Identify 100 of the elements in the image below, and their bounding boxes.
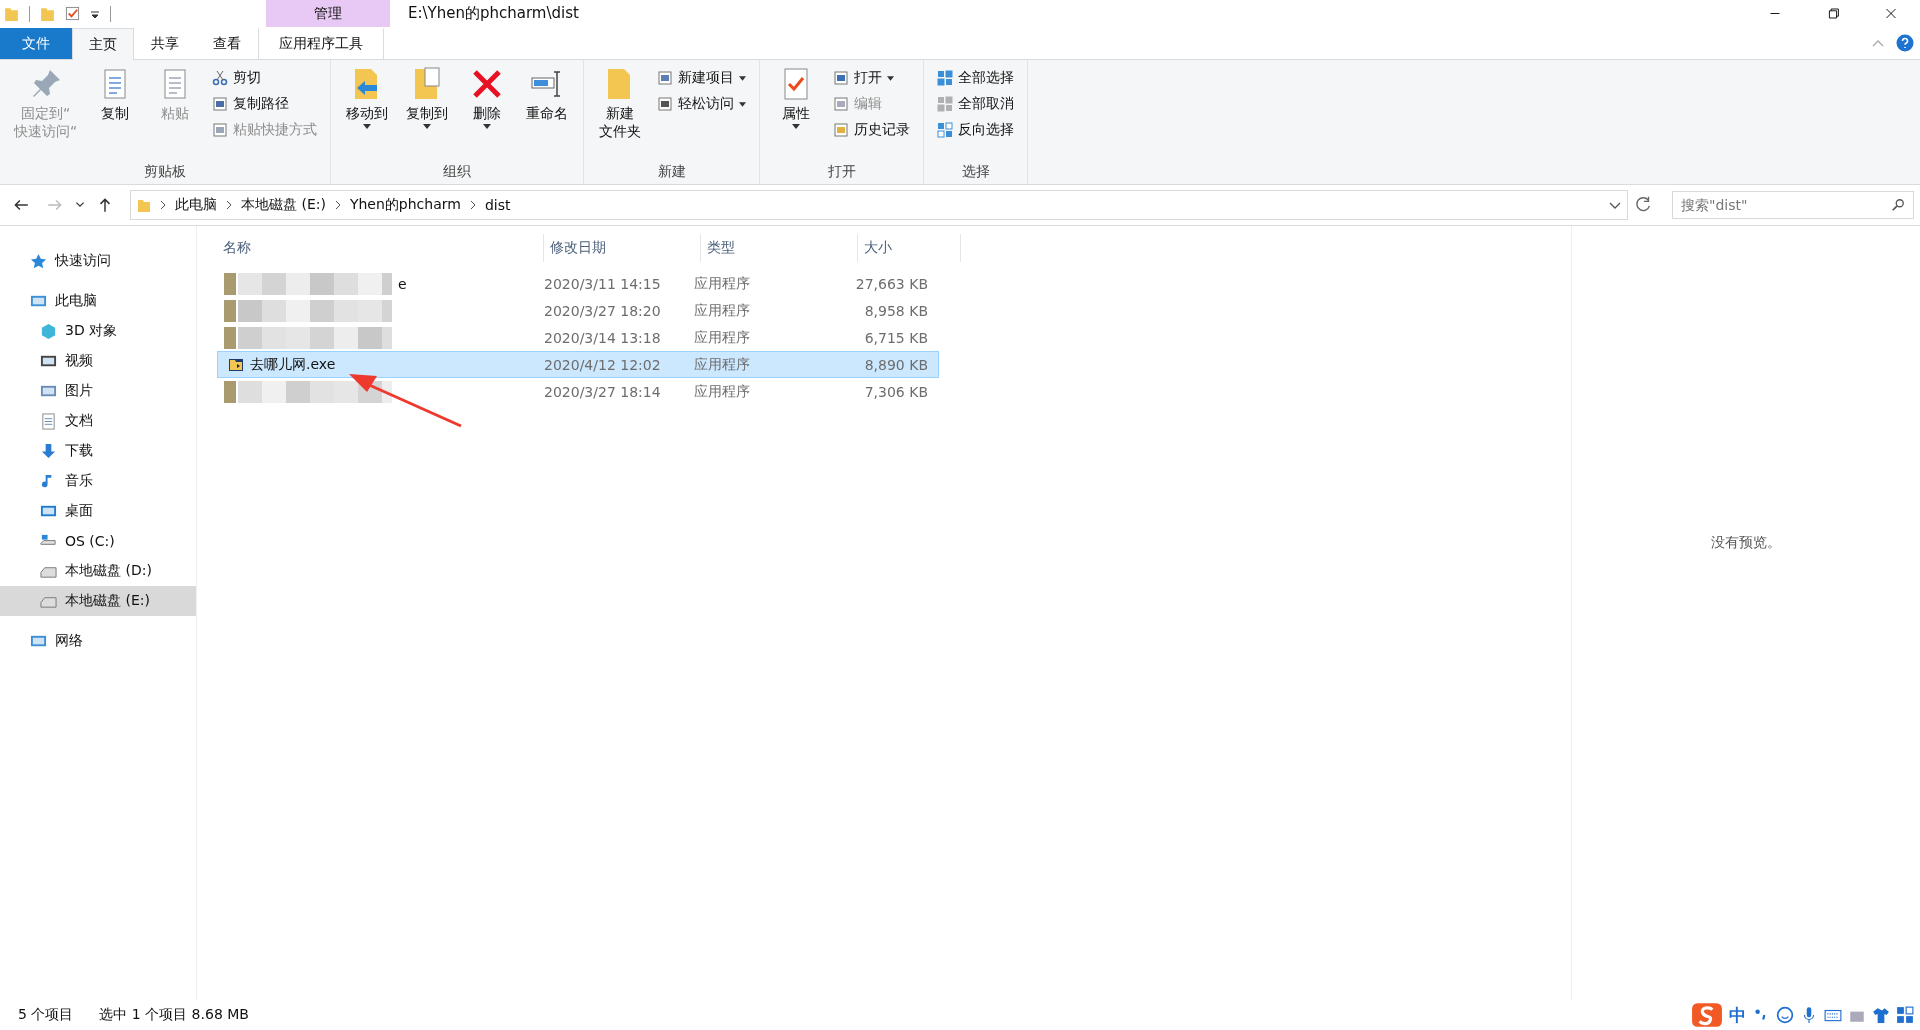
group-label: 新建	[656, 162, 687, 181]
shirt-icon[interactable]	[1872, 1006, 1890, 1024]
file-row[interactable]: 2020/3/27 18:20 应用程序 8,958 KB	[217, 297, 939, 324]
ribbon-tab[interactable]: 应用程序工具	[258, 28, 384, 59]
ribbon-button[interactable]: 全部选择	[934, 66, 1018, 90]
column-header[interactable]: 大小	[858, 234, 961, 262]
ribbon-tab[interactable]: 共享	[134, 28, 196, 59]
chevron-right-icon[interactable]	[225, 200, 233, 210]
table-cell-text: 2020/3/27 18:20	[543, 301, 662, 321]
selection-info: 选中 1 个项目 8.68 MB	[99, 1006, 249, 1024]
column-header[interactable]: 修改日期	[544, 234, 701, 262]
chevron-down-icon[interactable]	[1609, 200, 1621, 210]
nav-item[interactable]: OS (C:)	[0, 526, 196, 556]
nav-item[interactable]: 桌面	[0, 496, 196, 526]
help-icon[interactable]	[1896, 34, 1914, 52]
search-field[interactable]: 搜索"dist"	[1672, 191, 1914, 219]
nav-item[interactable]: 文档	[0, 406, 196, 436]
file-row[interactable]: 2020/3/14 13:18 应用程序 6,715 KB	[217, 324, 939, 351]
nav-item[interactable]: 3D 对象	[0, 316, 196, 346]
ribbon-button[interactable]: 新建 文件夹	[594, 64, 647, 160]
table-cell-text: 应用程序	[693, 381, 751, 401]
download-icon	[40, 442, 57, 460]
star-icon	[30, 252, 47, 270]
table-cell-text: 7,306 KB	[863, 382, 929, 402]
nav-item[interactable]: 此电脑	[0, 286, 196, 316]
table-cell-text: 8,890 KB	[863, 355, 929, 375]
scissors-icon	[212, 70, 229, 86]
chevron-right-icon[interactable]	[333, 200, 342, 210]
ribbon-button[interactable]: 复制到	[401, 64, 454, 160]
chevron-right-icon[interactable]	[468, 200, 477, 210]
ribbon-button[interactable]: 全部取消	[934, 92, 1018, 116]
document-icon	[40, 412, 57, 430]
table-cell-text: 27,663 KB	[854, 274, 929, 294]
file-row[interactable]: 去哪儿网.exe 2020/4/12 12:02 应用程序 8,890 KB	[217, 351, 939, 378]
nav-item[interactable]: 快速访问	[0, 246, 196, 276]
nav-item[interactable]: 音乐	[0, 466, 196, 496]
ribbon-button[interactable]: 复制路径	[209, 92, 321, 116]
nav-item[interactable]: 下载	[0, 436, 196, 466]
table-cell-text: 6,715 KB	[863, 328, 929, 348]
table-cell-text: 8,958 KB	[863, 301, 929, 321]
ribbon-button[interactable]: 复制	[89, 64, 142, 160]
column-header[interactable]: 类型	[701, 234, 858, 262]
column-header[interactable]: 名称	[217, 234, 544, 262]
ribbon-button[interactable]: 剪切	[209, 66, 321, 90]
file-row[interactable]: e 2020/3/11 14:15 应用程序 27,663 KB	[217, 270, 939, 297]
search-icon	[1891, 198, 1905, 212]
ribbon-button[interactable]: 历史记录	[830, 118, 914, 142]
cube-icon	[40, 322, 57, 340]
breadcrumb[interactable]: dist	[484, 197, 511, 213]
ribbon-button[interactable]: 属性	[770, 64, 823, 160]
ribbon-tab[interactable]: 查看	[196, 28, 258, 59]
checkbox-icon[interactable]	[65, 5, 80, 22]
ime-logo-icon[interactable]	[1691, 1002, 1723, 1028]
window-title: E:\Yhen的phcharm\dist	[407, 4, 579, 23]
preview-message: 没有预览。	[1711, 534, 1781, 552]
dropdown-icon[interactable]	[90, 8, 100, 19]
file-name: 去哪儿网.exe	[250, 355, 336, 374]
nav-item[interactable]: 视频	[0, 346, 196, 376]
file-name: e	[398, 275, 407, 292]
group-label: 组织	[442, 162, 473, 181]
table-cell-text: 应用程序	[693, 327, 751, 347]
item-count: 5 个项目	[18, 1006, 74, 1024]
ribbon-button[interactable]: 移动到	[341, 64, 394, 160]
breadcrumb[interactable]: 此电脑	[175, 196, 217, 214]
folder-icon	[4, 5, 19, 22]
ribbon-button[interactable]: 新建项目	[654, 66, 750, 90]
nav-item[interactable]: 本地磁盘 (E:)	[0, 586, 196, 616]
table-cell-text: 应用程序	[693, 273, 751, 293]
table-cell-text: 2020/3/27 18:14	[543, 382, 662, 402]
table-cell-text: 2020/3/11 14:15	[543, 274, 662, 294]
ribbon-tab[interactable]: 主页	[72, 28, 134, 60]
group-label: 选择	[960, 162, 991, 181]
invert-selection-icon	[937, 122, 954, 138]
chevron-right-icon[interactable]	[159, 200, 167, 210]
ribbon-button[interactable]: 轻松访问	[654, 92, 750, 116]
table-cell-text: 应用程序	[693, 354, 751, 374]
table-cell-text: 应用程序	[693, 300, 751, 320]
table-cell-text: 2020/3/14 13:18	[543, 328, 662, 348]
ribbon-button[interactable]: 删除	[461, 64, 514, 160]
select-none-icon	[937, 96, 954, 112]
group-label: 打开	[826, 162, 857, 181]
file-row[interactable]: 2020/3/27 18:14 应用程序 7,306 KB	[217, 378, 939, 405]
address-bar[interactable]: 此电脑 本地磁盘 (E:) Yhen的phcharm dist	[130, 190, 1628, 220]
ribbon-button[interactable]: 打开	[830, 66, 914, 90]
folder-icon	[137, 197, 151, 213]
context-tab-header: 管理	[266, 0, 390, 27]
breadcrumb[interactable]: 本地磁盘 (E:)	[241, 196, 326, 214]
nav-item[interactable]: 网络	[0, 626, 196, 656]
nav-item[interactable]: 图片	[0, 376, 196, 406]
table-cell-text: 2020/4/12 12:02	[543, 355, 662, 375]
ribbon-button[interactable]: 反向选择	[934, 118, 1018, 142]
ime-mode[interactable]: 中	[1729, 1003, 1746, 1027]
grid-menu-icon[interactable]	[1896, 1006, 1914, 1024]
ribbon-button[interactable]: 重命名	[521, 64, 574, 160]
group-label: 剪贴板	[143, 162, 188, 181]
nav-item[interactable]: 本地磁盘 (D:)	[0, 556, 196, 586]
file-tab[interactable]: 文件	[0, 28, 72, 59]
emoji-icon[interactable]	[1776, 1006, 1794, 1024]
select-all-icon	[937, 70, 954, 86]
breadcrumb[interactable]: Yhen的phcharm	[349, 196, 461, 214]
